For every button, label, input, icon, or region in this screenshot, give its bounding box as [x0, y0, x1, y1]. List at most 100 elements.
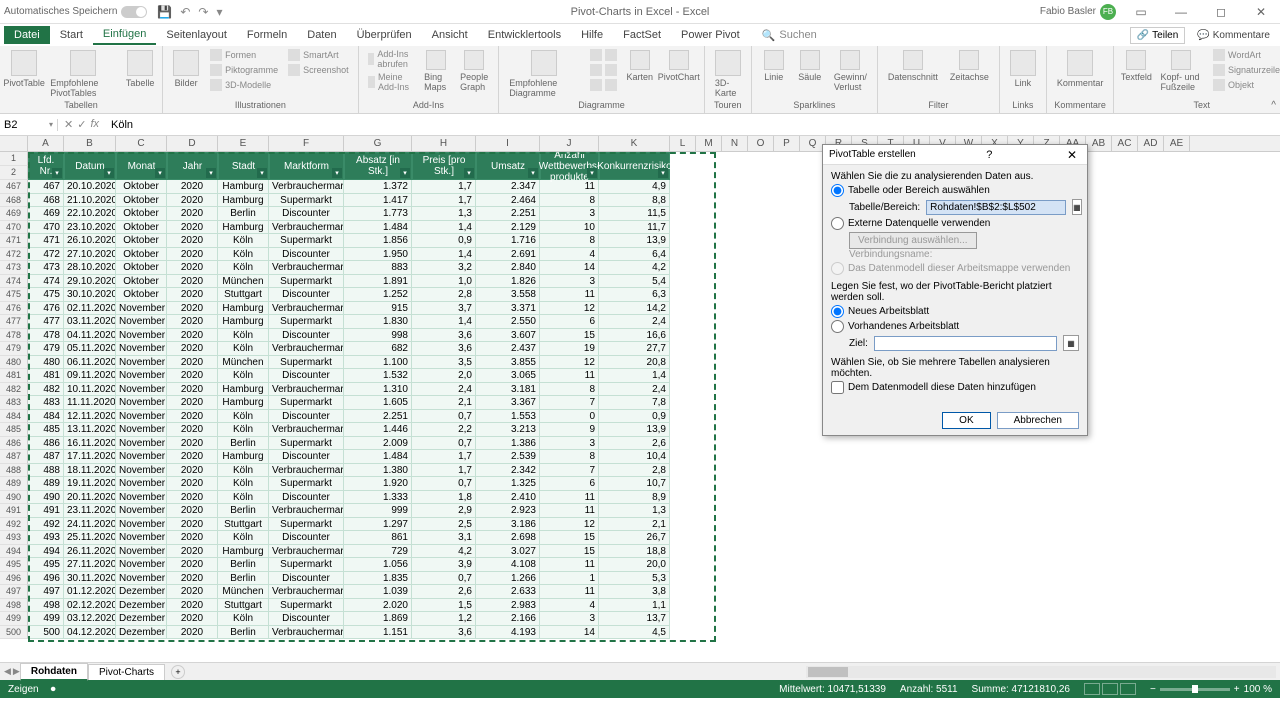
cell[interactable]: Verbrauchermarkt: [269, 302, 344, 316]
table-header-cell[interactable]: Absatz [in Stk.]▾: [344, 152, 412, 180]
cell[interactable]: 30.11.2020: [64, 572, 116, 586]
row-header[interactable]: 470: [0, 221, 28, 235]
cell[interactable]: 495: [28, 558, 64, 572]
cell[interactable]: 500: [28, 626, 64, 640]
cell[interactable]: 2020: [167, 383, 218, 397]
cell[interactable]: 10,7: [599, 477, 670, 491]
cell[interactable]: 2,1: [599, 518, 670, 532]
cell[interactable]: Discounter: [269, 572, 344, 586]
cell[interactable]: Oktober: [116, 234, 167, 248]
enter-formula-icon[interactable]: ✓: [77, 118, 86, 131]
cell[interactable]: 2.342: [476, 464, 540, 478]
cell[interactable]: 471: [28, 234, 64, 248]
cell[interactable]: 5,4: [599, 275, 670, 289]
cell[interactable]: 11: [540, 369, 599, 383]
cell[interactable]: Verbrauchermarkt: [269, 423, 344, 437]
table-row[interactable]: 47023.10.2020Oktober2020HamburgVerbrauch…: [28, 221, 670, 235]
pivottable-button[interactable]: PivotTable: [6, 48, 42, 90]
cell[interactable]: 1,3: [599, 504, 670, 518]
cell[interactable]: 467: [28, 180, 64, 194]
table-row[interactable]: 47429.10.2020Oktober2020MünchenSupermark…: [28, 275, 670, 289]
row-header[interactable]: 486: [0, 437, 28, 451]
tab-file[interactable]: Datei: [4, 26, 50, 44]
cell[interactable]: 2020: [167, 572, 218, 586]
zoom-in-icon[interactable]: +: [1234, 684, 1240, 695]
row-header[interactable]: 481: [0, 369, 28, 383]
minimize-icon[interactable]: —: [1166, 5, 1196, 19]
cell[interactable]: 10.11.2020: [64, 383, 116, 397]
column-header[interactable]: L: [670, 136, 696, 151]
cell[interactable]: 2,5: [412, 518, 476, 532]
cell[interactable]: 2020: [167, 302, 218, 316]
cell[interactable]: 489: [28, 477, 64, 491]
cell[interactable]: 0: [540, 410, 599, 424]
qat-dropdown-icon[interactable]: ▾: [216, 5, 222, 19]
cell[interactable]: 7: [540, 396, 599, 410]
cell[interactable]: 27.11.2020: [64, 558, 116, 572]
cell[interactable]: 2020: [167, 491, 218, 505]
cell[interactable]: Discounter: [269, 410, 344, 424]
cell[interactable]: 12: [540, 302, 599, 316]
table-range-input[interactable]: [926, 200, 1066, 215]
cell[interactable]: 20,0: [599, 558, 670, 572]
page-layout-view-icon[interactable]: [1102, 683, 1118, 695]
tell-me-search[interactable]: 🔍 Suchen: [762, 29, 817, 42]
cell[interactable]: 2020: [167, 356, 218, 370]
cell[interactable]: 0,7: [412, 572, 476, 586]
cell[interactable]: Supermarkt: [269, 599, 344, 613]
row-header[interactable]: 469: [0, 207, 28, 221]
row-header[interactable]: 467: [0, 180, 28, 194]
cell[interactable]: Köln: [218, 491, 269, 505]
cell[interactable]: 2.840: [476, 261, 540, 275]
add-sheet-button[interactable]: +: [171, 665, 185, 679]
zoom-out-icon[interactable]: −: [1150, 684, 1156, 695]
table-row[interactable]: 48616.11.2020November2020BerlinSupermark…: [28, 437, 670, 451]
cell[interactable]: 22.10.2020: [64, 207, 116, 221]
cell[interactable]: Köln: [218, 477, 269, 491]
table-row[interactable]: 47905.11.2020November2020KölnVerbraucher…: [28, 342, 670, 356]
get-addins-button[interactable]: Add-Ins abrufen: [365, 48, 417, 70]
cell[interactable]: 1.835: [344, 572, 412, 586]
cell[interactable]: Hamburg: [218, 302, 269, 316]
cell[interactable]: 5,3: [599, 572, 670, 586]
cell[interactable]: Berlin: [218, 437, 269, 451]
cell[interactable]: November: [116, 450, 167, 464]
cell[interactable]: 479: [28, 342, 64, 356]
table-row[interactable]: 49527.11.2020November2020BerlinSupermark…: [28, 558, 670, 572]
cell[interactable]: Oktober: [116, 180, 167, 194]
screenshot-button[interactable]: Screenshot: [285, 63, 352, 77]
cell[interactable]: 14: [540, 626, 599, 640]
cell[interactable]: 21.10.2020: [64, 194, 116, 208]
cell[interactable]: Köln: [218, 423, 269, 437]
cell[interactable]: Köln: [218, 261, 269, 275]
save-icon[interactable]: 💾: [157, 5, 172, 19]
column-header[interactable]: K: [599, 136, 670, 151]
cell[interactable]: 4,5: [599, 626, 670, 640]
cell[interactable]: 2.009: [344, 437, 412, 451]
cell[interactable]: Köln: [218, 342, 269, 356]
cell[interactable]: Hamburg: [218, 221, 269, 235]
filter-dropdown-icon[interactable]: ▾: [155, 168, 165, 178]
cell[interactable]: 2020: [167, 275, 218, 289]
cell[interactable]: 1.100: [344, 356, 412, 370]
cell[interactable]: 2.539: [476, 450, 540, 464]
cell[interactable]: 02.12.2020: [64, 599, 116, 613]
cell[interactable]: 0,7: [412, 437, 476, 451]
cell[interactable]: 2.633: [476, 585, 540, 599]
cell[interactable]: 2020: [167, 369, 218, 383]
cell[interactable]: Supermarkt: [269, 234, 344, 248]
filter-dropdown-icon[interactable]: ▾: [528, 168, 538, 178]
sheet-nav-prev-icon[interactable]: ◀: [4, 666, 11, 677]
cell[interactable]: 2020: [167, 558, 218, 572]
name-box[interactable]: B2▾: [0, 119, 58, 131]
cell[interactable]: November: [116, 477, 167, 491]
cell[interactable]: 04.11.2020: [64, 329, 116, 343]
cell[interactable]: 2020: [167, 464, 218, 478]
cell[interactable]: 2020: [167, 315, 218, 329]
column-header[interactable]: A: [28, 136, 64, 151]
sparkline-column-button[interactable]: Säule: [794, 48, 826, 84]
cell[interactable]: 20,8: [599, 356, 670, 370]
cell[interactable]: 12.11.2020: [64, 410, 116, 424]
cell[interactable]: Hamburg: [218, 180, 269, 194]
cell[interactable]: November: [116, 329, 167, 343]
